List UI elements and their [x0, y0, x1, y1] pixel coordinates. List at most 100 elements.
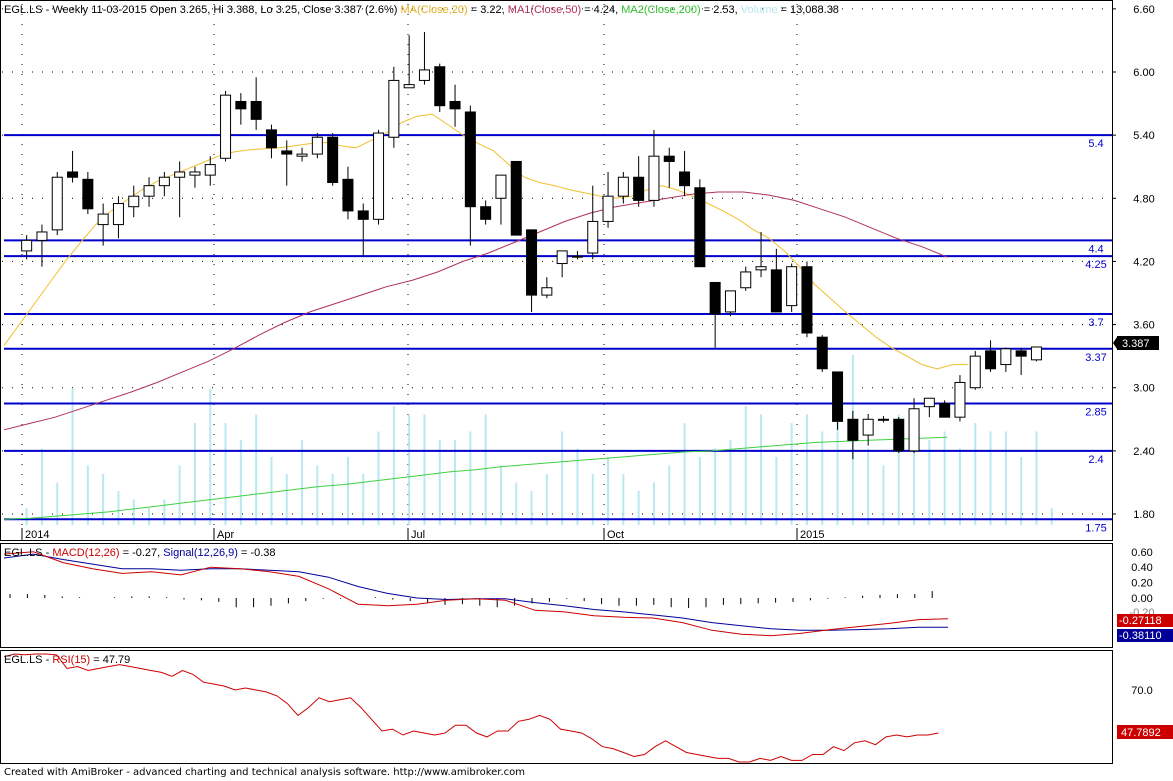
candle-body [204, 164, 216, 176]
candle-body [740, 271, 752, 289]
y-tick-label: 6.00 [1133, 67, 1154, 79]
volume-label: Volume [741, 4, 778, 16]
chart-canvas: 5.4 4.4 4.25 3.7 3.37 2.85 2.4 1.75 6.60 6.00 5.4… [0, 0, 1173, 764]
candle-body [464, 111, 476, 208]
rsi-pane-frame [0, 650, 1113, 764]
candle-body [373, 132, 385, 220]
candle-body [985, 350, 997, 370]
ma20-label: MA(Close,20) [400, 4, 467, 16]
candle-body [801, 266, 813, 334]
candle-body [709, 281, 721, 315]
ma20-value: = 3.22, [468, 4, 508, 16]
candle-body [679, 171, 691, 187]
candle-body [281, 150, 293, 155]
candle-body [327, 136, 339, 183]
candle-body [969, 355, 981, 389]
level-label: 4.4 [1088, 243, 1103, 255]
candle-body [265, 129, 277, 149]
candle-body [495, 174, 507, 199]
price-header: EGL.LS - Weekly 11-03-2015 Open 3.265, H… [4, 4, 839, 16]
y-tick-label: 3.60 [1133, 320, 1154, 332]
rsi-value: = 47.79 [90, 654, 130, 666]
macd-header-symbol: EGL.LS [4, 547, 43, 559]
level-label: 2.4 [1088, 454, 1103, 466]
level-label: 4.25 [1085, 259, 1106, 271]
ma200-label: MA2(Close,200) [621, 4, 700, 16]
signal-line [3, 553, 948, 631]
y-tick-label: 3.00 [1133, 383, 1154, 395]
level-label: 1.75 [1085, 522, 1106, 534]
candle-body [480, 206, 492, 220]
level-label: 3.7 [1088, 317, 1103, 329]
candle-body [51, 176, 63, 231]
candle-body [755, 266, 767, 271]
x-tick-label: Apr [217, 529, 234, 541]
rsi-label: RSI(15) [52, 654, 90, 666]
horizontal-levels: 5.4 4.4 4.25 3.7 3.37 2.85 2.4 1.75 [4, 134, 1112, 534]
header-symbol: EGL.LS [4, 4, 43, 16]
candle-body [663, 155, 675, 162]
candle-body [923, 397, 935, 408]
ma200-value: = 2.53, [701, 4, 741, 16]
rsi-tag: 47.7892 [1121, 727, 1161, 739]
candle-body [189, 171, 201, 176]
candle-body [82, 178, 94, 210]
candle-body [250, 100, 262, 120]
x-axis: 2014 Apr Jul Oct 2015 [21, 528, 824, 541]
macd-y-tick-label: 0.20 [1131, 578, 1152, 590]
candle-body [449, 100, 461, 110]
macd-y-tick-label: 0.00 [1131, 593, 1152, 605]
y-tick-label: 4.80 [1133, 193, 1154, 205]
macd-pane-frame [0, 543, 1113, 648]
rsi-header-symbol: EGL.LS [4, 654, 43, 666]
ma20-line [3, 113, 968, 370]
candle-body [67, 171, 79, 178]
candle-body [97, 213, 109, 226]
candle-body [342, 178, 354, 212]
candle-body [403, 84, 415, 89]
candle-body [908, 408, 920, 452]
candle-body [617, 176, 629, 197]
candle-body [786, 266, 798, 307]
last-price-tag: 3.387 [1122, 338, 1150, 350]
candle-body [587, 220, 599, 254]
y-tick-label: 2.40 [1133, 446, 1154, 458]
candle-body [1000, 348, 1012, 366]
y-tick-label: 4.20 [1133, 256, 1154, 268]
candle-body [954, 381, 966, 418]
candle-body [694, 187, 706, 268]
macd-y-tick-label: 0.60 [1131, 547, 1152, 559]
candle-body [112, 203, 124, 226]
candle-body [893, 418, 905, 452]
x-tick-label: 2014 [25, 529, 49, 541]
last-price-tag-arrow [1113, 337, 1117, 349]
macd-header: EGL.LS - MACD(12,26) = -0.27, Signal(12,… [4, 547, 276, 559]
candle-body [832, 371, 844, 422]
candle-body [143, 185, 155, 197]
macd-label: MACD(12,26) [52, 547, 119, 559]
ma50-value: = 4.24, [581, 4, 621, 16]
candle-body [602, 195, 614, 222]
x-tick-label: 2015 [800, 529, 824, 541]
macd-y-tick-label: 0.40 [1131, 562, 1152, 574]
price-y-axis: 6.60 6.00 5.40 4.80 4.20 3.60 3.00 2.40 1.80 [1112, 4, 1155, 521]
candle-body [174, 171, 186, 178]
macd-value: = -0.27, [120, 547, 164, 559]
candle-body [21, 239, 33, 252]
candle-body [877, 418, 889, 421]
ma200-line [3, 436, 948, 520]
signal-label: Signal(12,26,9) [163, 547, 238, 559]
level-label: 2.85 [1085, 407, 1106, 419]
footer-credit: Created with AmiBroker - advanced charti… [4, 767, 526, 778]
candle-body [724, 290, 736, 313]
candle-body [418, 69, 430, 81]
candle-body [235, 100, 247, 110]
volume-value: = 13,088.38 [777, 4, 838, 16]
rsi-header: EGL.LS - RSI(15) = 47.79 [4, 654, 130, 666]
candlesticks [21, 32, 1042, 460]
level-label: 5.4 [1088, 138, 1103, 150]
candle-body [526, 229, 538, 296]
header-description: Weekly 11-03-2015 Open 3.265, Hi 3.388, … [52, 4, 397, 16]
rsi-line [3, 653, 939, 763]
candle-body [816, 336, 828, 370]
